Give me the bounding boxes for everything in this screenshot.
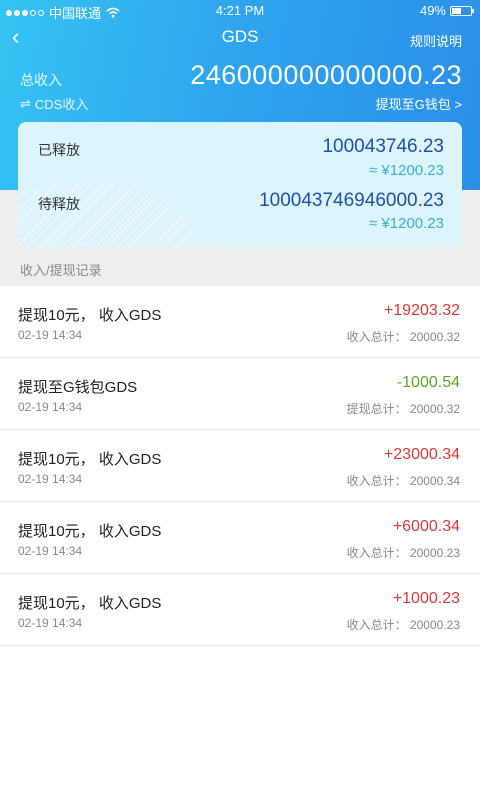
record-title: 提现10元， 收入GDS xyxy=(18,307,162,324)
record-date: 02-19 14:34 xyxy=(18,616,83,630)
list-item[interactable]: 提现10元， 收入GDS 02-19 14:34 +19203.32 收入总计：… xyxy=(0,286,480,358)
release-card: 已释放 100043746.23 ≈ ¥1200.23 待释放 10004374… xyxy=(18,122,462,247)
record-amount: +19203.32 xyxy=(383,302,460,319)
pending-approx: ≈ ¥1200.23 xyxy=(369,215,444,232)
page-title: GDS xyxy=(221,27,259,46)
list-item[interactable]: 提现10元， 收入GDS 02-19 14:34 +6000.34 收入总计： … xyxy=(0,502,480,574)
list-item[interactable]: 提现10元， 收入GDS 02-19 14:34 +1000.23 收入总计： … xyxy=(0,574,480,646)
record-title: 提现10元， 收入GDS xyxy=(18,523,162,540)
records-section-title: 收入/提现记录 xyxy=(20,263,102,278)
pending-value: 100043746946000.23 xyxy=(259,190,444,211)
cds-income-label: CDS收入 xyxy=(34,97,89,112)
record-amount: +1000.23 xyxy=(392,590,460,607)
record-total: 收入总计： 20000.23 xyxy=(346,618,460,632)
record-date: 02-19 14:34 xyxy=(18,544,83,558)
record-amount: +6000.34 xyxy=(392,518,460,535)
record-amount: +23000.34 xyxy=(383,446,460,463)
record-total: 收入总计： 20000.23 xyxy=(346,546,460,560)
total-income-label: 总收入 xyxy=(20,72,62,88)
records-list: 提现10元， 收入GDS 02-19 14:34 +19203.32 收入总计：… xyxy=(0,286,480,646)
swap-icon: ⇌ xyxy=(20,95,31,111)
total-income-value: 246000000000000.23 xyxy=(190,60,462,90)
record-total: 提现总计： 20000.32 xyxy=(346,402,460,416)
record-total: 收入总计： 20000.34 xyxy=(346,474,460,488)
record-amount: -1000.54 xyxy=(396,374,460,391)
nav-bar: ‹ GDS 规则说明 xyxy=(0,22,480,56)
list-item[interactable]: 提现10元， 收入GDS 02-19 14:34 +23000.34 收入总计：… xyxy=(0,430,480,502)
record-total: 收入总计： 20000.32 xyxy=(346,330,460,344)
status-bar: 中国联通 4:21 PM 49% xyxy=(0,0,480,21)
list-item[interactable]: 提现至G钱包GDS 02-19 14:34 -1000.54 提现总计： 200… xyxy=(0,358,480,430)
card-decoration xyxy=(18,182,198,247)
record-date: 02-19 14:34 xyxy=(18,400,83,414)
battery-percent: 49% xyxy=(419,3,446,18)
record-title: 提现至G钱包GDS xyxy=(18,379,138,396)
released-value: 100043746.23 xyxy=(322,136,444,157)
record-date: 02-19 14:34 xyxy=(18,472,83,486)
pending-label: 待释放 xyxy=(38,196,80,212)
battery-icon xyxy=(450,5,474,16)
record-title: 提现10元， 收入GDS xyxy=(18,451,162,468)
released-approx: ≈ ¥1200.23 xyxy=(369,162,444,179)
cds-income: ⇌ CDS收入 xyxy=(20,94,88,113)
record-title: 提现10元， 收入GDS xyxy=(18,595,162,612)
released-label: 已释放 xyxy=(38,142,80,158)
withdraw-to-wallet-link[interactable]: 提现至G钱包 > xyxy=(376,94,462,113)
status-time: 4:21 PM xyxy=(215,3,265,18)
record-date: 02-19 14:34 xyxy=(18,328,83,342)
rules-button[interactable]: 规则说明 xyxy=(410,31,462,50)
